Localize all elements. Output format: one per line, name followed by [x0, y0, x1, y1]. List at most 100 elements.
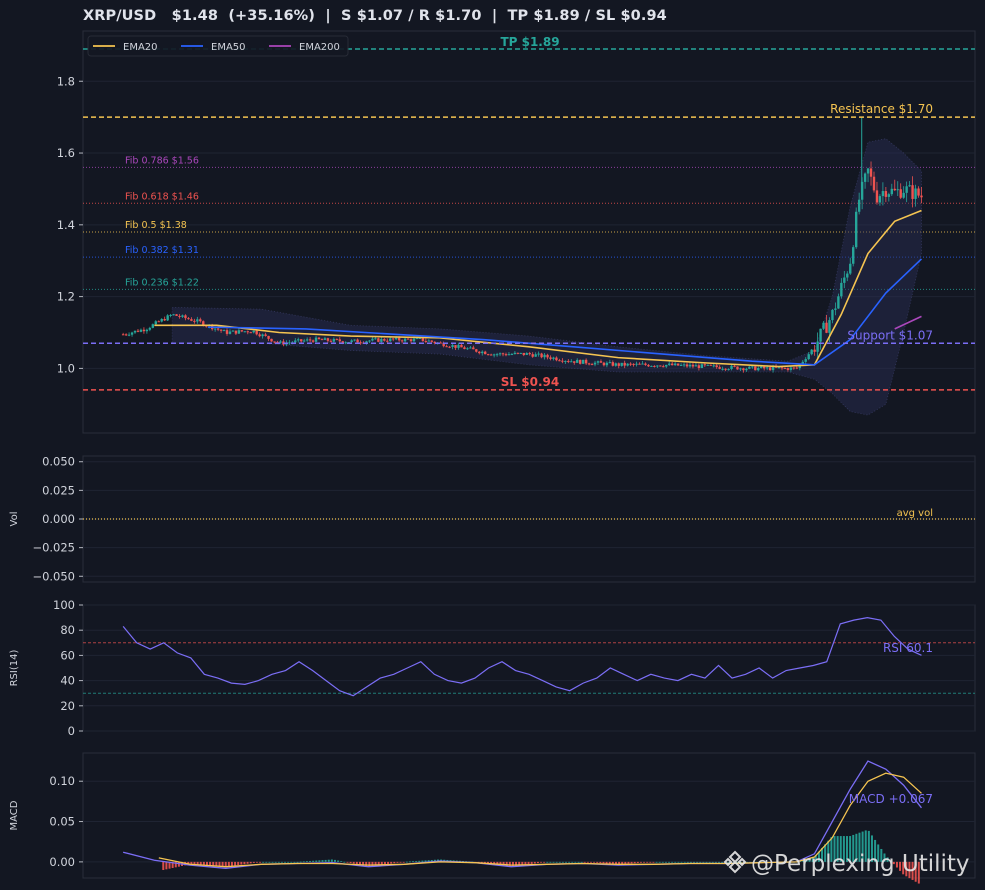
macd-hist-bar	[284, 861, 287, 863]
macd-hist-bar	[265, 861, 268, 863]
candle-body	[552, 357, 555, 359]
macd-hist-bar	[702, 861, 705, 863]
macd-hist-bar	[280, 861, 283, 863]
macd-hist-bar	[390, 861, 393, 864]
candle-body	[688, 364, 692, 367]
avg-volume-label: avg vol	[897, 508, 933, 519]
candle-body	[813, 349, 816, 352]
candle-body	[605, 362, 609, 366]
candle-body	[240, 330, 244, 332]
macd-hist-bar	[274, 861, 277, 863]
macd-hist-bar	[649, 861, 652, 863]
candle-body	[389, 338, 392, 342]
candle-body	[543, 354, 546, 358]
candle-body	[857, 199, 861, 212]
candle-body	[151, 324, 155, 328]
candle-body	[795, 367, 799, 369]
candle-body	[332, 338, 336, 342]
macd-hist-bar	[268, 861, 271, 863]
macd-hist-bar	[162, 861, 165, 870]
candle-body	[792, 367, 796, 369]
fib-label: Fib 0.236 $1.22	[125, 277, 199, 288]
candle-body	[163, 319, 166, 321]
candle-body	[611, 362, 615, 366]
candle-body	[694, 365, 698, 367]
macd-label: MACD +0.067	[849, 792, 933, 806]
ytick-label: 20	[60, 699, 75, 713]
candle-body	[121, 334, 125, 336]
candle-body	[869, 168, 873, 177]
candle-body	[703, 364, 707, 366]
candle	[175, 314, 178, 317]
macd-hist-bar	[589, 861, 592, 863]
macd-hist-bar	[686, 861, 689, 863]
candle-body	[424, 340, 428, 342]
macd-hist-bar	[343, 861, 346, 863]
candle-body	[219, 329, 223, 331]
candle-body	[786, 368, 790, 370]
macd-hist-bar	[636, 861, 639, 863]
macd-hist-bar	[415, 861, 418, 862]
candle-body	[454, 345, 457, 348]
candle-body	[181, 315, 184, 317]
candle-body	[124, 334, 128, 336]
macd-hist-bar	[309, 860, 312, 862]
macd-hist-bar	[658, 861, 661, 863]
candle-body	[394, 337, 398, 340]
macd-hist-bar	[536, 861, 539, 864]
candle-body	[308, 339, 312, 341]
candle-body	[816, 341, 819, 352]
candle-body	[599, 361, 603, 363]
candle-body	[745, 368, 748, 371]
candle-body	[908, 185, 911, 187]
macd-hist-bar	[596, 861, 599, 863]
macd-hist-bar	[412, 861, 415, 863]
candle-body	[561, 360, 564, 362]
candle-body	[353, 339, 356, 341]
candle-body	[427, 340, 431, 342]
candle-body	[828, 320, 831, 333]
candle-body	[392, 338, 395, 340]
macd-hist-bar	[683, 861, 686, 863]
candle-body	[261, 334, 264, 337]
candle-body	[190, 319, 193, 321]
candle-body	[914, 188, 917, 199]
candle-body	[172, 314, 175, 316]
candle	[659, 365, 662, 367]
macd-hist-bar	[565, 861, 568, 863]
candle-body	[504, 354, 508, 356]
candle-body	[685, 364, 689, 367]
macd-hist-bar	[165, 861, 168, 870]
candle-body	[225, 330, 229, 334]
candle-body	[175, 314, 178, 316]
ytick-label: 40	[60, 674, 75, 688]
candle-body	[409, 339, 413, 342]
candle-body	[323, 338, 327, 340]
candle-body	[193, 320, 196, 322]
candle-body	[700, 364, 704, 368]
candle-body	[492, 354, 496, 356]
candle-body	[288, 342, 291, 344]
ytick-label: 1.8	[57, 74, 75, 88]
candle-body	[730, 365, 733, 370]
candle-body	[576, 359, 579, 363]
candle-body	[570, 361, 573, 363]
candle-body	[377, 338, 380, 342]
macd-hist-bar	[555, 861, 558, 863]
macd-hist-bar	[668, 861, 671, 863]
macd-hist-bar	[571, 861, 574, 863]
macd-hist-bar	[296, 861, 299, 863]
macd-hist-bar	[639, 861, 642, 863]
candle-body	[270, 338, 273, 342]
candle-body	[314, 337, 318, 342]
macd-hist-bar	[252, 861, 255, 863]
candle-body	[335, 338, 339, 340]
macd-hist-bar	[249, 861, 252, 864]
macd-hist-bar	[259, 861, 262, 863]
rsi-label: RSI 60.1	[883, 641, 933, 655]
candle-body	[234, 330, 238, 334]
macd-hist-bar	[312, 860, 315, 862]
macd-hist-bar	[549, 861, 552, 863]
candle-body	[653, 365, 656, 367]
candle-body	[641, 363, 644, 365]
